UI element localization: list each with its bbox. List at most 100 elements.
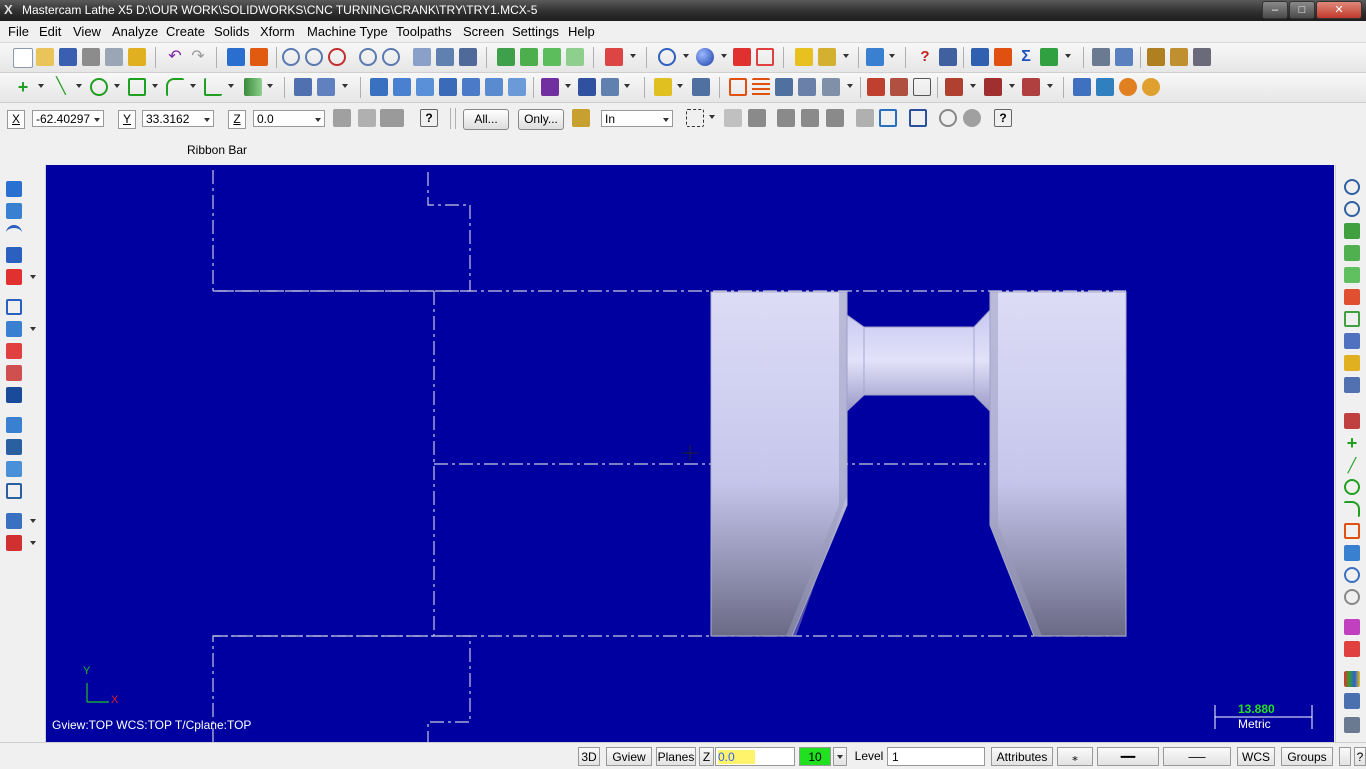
groups-button[interactable]: Groups <box>1281 747 1333 766</box>
lathe-rough-icon[interactable] <box>541 78 559 96</box>
solid-revolve-tool-icon[interactable] <box>6 203 22 219</box>
unselect-icon[interactable] <box>459 48 477 66</box>
point-icon[interactable]: + <box>14 78 32 96</box>
y-coordinate-field[interactable]: 33.3162 <box>142 110 214 127</box>
verify-selection-icon[interactable] <box>572 109 590 127</box>
lathe-groove-icon[interactable] <box>601 78 619 96</box>
xform-scale-icon[interactable] <box>439 78 457 96</box>
compare-icon[interactable] <box>939 48 957 66</box>
undo-icon[interactable]: ↶ <box>166 48 184 66</box>
autocursor-settings-icon[interactable] <box>380 109 404 127</box>
shaded-icon[interactable] <box>696 48 714 66</box>
line-right-icon[interactable]: ╱ <box>1344 457 1360 473</box>
tailstock-icon[interactable] <box>890 78 908 96</box>
menu-toolpaths[interactable]: Toolpaths <box>396 24 452 39</box>
save-icon[interactable] <box>59 48 77 66</box>
selection-filter-icon[interactable] <box>909 109 927 127</box>
line-width-select[interactable]: ── <box>1163 747 1231 766</box>
solid-sweep-tool-icon[interactable] <box>6 225 22 241</box>
solid-layout-icon[interactable] <box>6 483 22 499</box>
chain-icon[interactable] <box>436 48 454 66</box>
front-view-right-icon[interactable] <box>1344 245 1360 261</box>
z-coordinate-label[interactable]: Z <box>228 110 246 129</box>
ok-icon[interactable] <box>963 109 981 127</box>
planes-icon[interactable] <box>605 48 623 66</box>
pen-icon[interactable] <box>866 48 884 66</box>
lathe-misc-icon[interactable] <box>822 78 840 96</box>
select-body-icon[interactable] <box>777 109 795 127</box>
mask-right-icon[interactable] <box>1344 717 1360 733</box>
lathe-finish-icon[interactable] <box>578 78 596 96</box>
z-coordinate-field[interactable]: 0.0 <box>253 110 325 127</box>
solid-remove-faces-icon[interactable] <box>6 439 22 455</box>
options-icon[interactable] <box>1193 48 1211 66</box>
solid-chamfer-tool-icon[interactable] <box>6 343 22 359</box>
analyze-distance-icon[interactable] <box>818 48 836 66</box>
menu-create[interactable]: Create <box>166 24 205 39</box>
open-file-icon[interactable] <box>36 48 54 66</box>
move-icon[interactable] <box>227 48 245 66</box>
wireframe-icon[interactable] <box>658 48 676 66</box>
lathe-stock-icon[interactable] <box>752 78 770 96</box>
iso-view-right-icon[interactable] <box>1344 311 1360 327</box>
find-icon[interactable] <box>128 48 146 66</box>
z-depth-label[interactable]: Z <box>699 747 714 766</box>
blank-icon[interactable] <box>756 48 774 66</box>
select-entity-icon[interactable] <box>413 48 431 66</box>
menu-solids[interactable]: Solids <box>214 24 249 39</box>
wcs-button[interactable]: WCS <box>1237 747 1275 766</box>
select-back-icon[interactable] <box>856 109 874 127</box>
analyze-right-icon[interactable] <box>1344 355 1360 371</box>
zoom-fit-icon[interactable] <box>282 48 300 66</box>
light-icon[interactable] <box>1147 48 1165 66</box>
solid-extrude-tool-icon[interactable] <box>6 181 22 197</box>
blank-right-icon[interactable] <box>1344 589 1360 605</box>
top-view-right-icon[interactable] <box>1344 223 1360 239</box>
circle-icon[interactable] <box>90 78 108 96</box>
break-icon[interactable] <box>317 78 335 96</box>
xform-roll-icon[interactable] <box>508 78 526 96</box>
select-pointer-icon[interactable] <box>724 109 742 127</box>
globe-right-icon[interactable] <box>1344 567 1360 583</box>
menu-file[interactable]: File <box>8 24 29 39</box>
stock-model-icon[interactable] <box>1073 78 1091 96</box>
select-edge-icon[interactable] <box>826 109 844 127</box>
color-swatch[interactable]: 10 <box>799 747 831 766</box>
solid-model-icon[interactable] <box>1096 78 1114 96</box>
x-coordinate-label[interactable]: X <box>7 110 25 129</box>
xform-rotate-icon[interactable] <box>416 78 434 96</box>
zoom-out-icon[interactable] <box>359 48 377 66</box>
selection-mode-select[interactable]: In <box>601 110 673 127</box>
print-icon[interactable] <box>82 48 100 66</box>
selection-help-icon[interactable]: ? <box>994 109 1012 127</box>
color-dropdown-button[interactable] <box>833 747 847 766</box>
solid-thicken-tool-icon[interactable] <box>6 417 22 433</box>
attributes-button[interactable]: Attributes <box>991 747 1053 766</box>
solid-trim-tool-icon[interactable] <box>6 365 22 381</box>
zoom-target-icon[interactable] <box>328 48 346 66</box>
line-icon[interactable]: ╲ <box>52 78 70 96</box>
solid-loft-tool-icon[interactable] <box>6 247 22 263</box>
normal-view-right-icon[interactable] <box>1344 333 1360 349</box>
select-all-button[interactable]: All... <box>463 109 509 130</box>
side-view-right-icon[interactable] <box>1344 267 1360 283</box>
tool-icon[interactable] <box>1170 48 1188 66</box>
xform-right-icon[interactable] <box>1344 377 1360 393</box>
analyze-icon[interactable] <box>795 48 813 66</box>
minimize-button[interactable]: – <box>1262 1 1288 19</box>
chuck-icon[interactable] <box>867 78 885 96</box>
new-file-icon[interactable] <box>13 48 33 68</box>
stock-flip-icon[interactable] <box>945 78 963 96</box>
zoom-in-icon[interactable] <box>382 48 400 66</box>
circle-right-icon[interactable] <box>1344 479 1360 495</box>
fast-point-icon[interactable] <box>333 109 351 127</box>
repaint-icon[interactable] <box>250 48 268 66</box>
verify-solid-icon[interactable] <box>879 109 897 127</box>
point-style-select[interactable]: ⁎ <box>1057 747 1093 766</box>
post-icon[interactable] <box>1092 48 1110 66</box>
3d-toggle-button[interactable]: 3D <box>578 747 600 766</box>
solid-draft-tool-icon[interactable] <box>6 387 22 403</box>
lathe-drill-icon[interactable] <box>692 78 710 96</box>
point-right-icon[interactable]: + <box>1344 434 1360 452</box>
backplot-icon[interactable] <box>994 48 1012 66</box>
